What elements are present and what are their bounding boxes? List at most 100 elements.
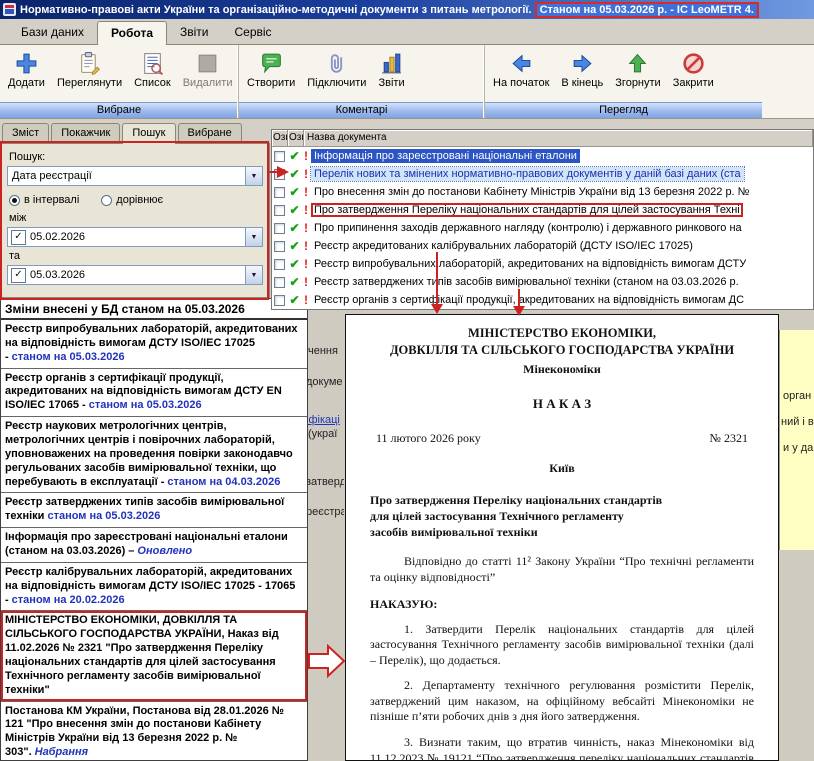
view-button[interactable]: Переглянути xyxy=(51,49,128,91)
tab-index[interactable]: Покажчик xyxy=(51,123,120,143)
list-item[interactable]: Реєстр затверджених типів засобів вимірю… xyxy=(1,493,307,528)
document-title[interactable]: Реєстр випробувальних лабораторій, акред… xyxy=(311,257,749,271)
reports-button[interactable]: Звіти xyxy=(372,49,410,91)
document-title[interactable]: Реєстр акредитованих калібрувальних лабо… xyxy=(311,239,696,253)
document-title[interactable]: Про внесення змін до постанови Кабінету … xyxy=(311,185,752,199)
list-item[interactable]: Реєстр органів з сертифікації продукції,… xyxy=(272,291,813,309)
title-bar[interactable]: Нормативно-правові акти України та орган… xyxy=(0,0,814,19)
list-item[interactable]: Про припинення заходів державного нагляд… xyxy=(272,219,813,237)
column-header-mark1[interactable]: Озн xyxy=(272,130,288,147)
create-comment-button[interactable]: Створити xyxy=(241,49,301,91)
document-city: Київ xyxy=(370,461,754,476)
subject-line: Про затвердження Переліку національних с… xyxy=(370,492,754,508)
menu-tab-service[interactable]: Сервіс xyxy=(222,21,285,44)
chevron-down-icon[interactable] xyxy=(245,167,262,185)
to-end-label: В кінець xyxy=(561,77,603,89)
document-title[interactable]: Про затвердження Переліку національних с… xyxy=(311,203,743,217)
row-checkbox[interactable] xyxy=(274,295,285,306)
chart-icon xyxy=(379,51,404,76)
background-text-fragment: затверд xyxy=(306,476,344,488)
order-word: НАКАЗУЮ: xyxy=(370,597,754,612)
tab-search[interactable]: Пошук xyxy=(122,123,175,144)
create-comment-label: Створити xyxy=(247,77,295,89)
collapse-button[interactable]: Згорнути xyxy=(609,49,666,91)
change-date-link[interactable]: станом на 04.03.2026 xyxy=(167,476,280,488)
date-from-checkbox[interactable] xyxy=(11,230,26,245)
list-item[interactable]: Реєстр калібрувальних лабораторій, акред… xyxy=(1,563,307,612)
list-item[interactable]: Про внесення змін до постанови Кабінету … xyxy=(272,183,813,201)
list-item[interactable]: Реєстр органів з сертифікації продукції,… xyxy=(1,369,307,418)
tab-favorites[interactable]: Вибране xyxy=(178,123,242,143)
arrow-up-icon xyxy=(625,51,650,76)
exclamation-icon xyxy=(301,185,311,199)
change-date-link[interactable]: станом на 05.03.2026 xyxy=(89,399,202,411)
column-header-mark2[interactable]: Озн xyxy=(288,130,304,147)
row-checkbox[interactable] xyxy=(274,223,285,234)
list-item[interactable]: Реєстр затверджених типів засобів вимірю… xyxy=(272,273,813,291)
attach-button[interactable]: Підключити xyxy=(301,49,372,91)
row-checkbox[interactable] xyxy=(274,277,285,288)
to-start-button[interactable]: На початок xyxy=(487,49,555,91)
column-header-name[interactable]: Назва документа xyxy=(304,130,813,147)
date-to-select[interactable]: 05.03.2026 xyxy=(7,265,263,285)
menu-tab-work[interactable]: Робота xyxy=(97,21,167,45)
chevron-down-icon[interactable] xyxy=(245,228,262,246)
row-checkbox[interactable] xyxy=(274,241,285,252)
change-date-link[interactable]: станом на 05.03.2026 xyxy=(12,351,125,363)
list-item[interactable]: Про затвердження Переліку національних с… xyxy=(272,201,813,219)
date-from-value: 05.02.2026 xyxy=(26,231,245,243)
radio-interval[interactable]: в інтервалі xyxy=(9,194,79,206)
paragraph-2: 2. Департаменту технічного регулювання р… xyxy=(370,678,754,725)
background-text-fragment: орган xyxy=(783,390,814,402)
application-window: Нормативно-правові акти України та орган… xyxy=(0,0,814,761)
background-link-fragment[interactable]: іфікаці xyxy=(306,414,344,426)
list-item-highlighted[interactable]: МІНІСТЕРСТВО ЕКОНОМІКИ, ДОВКІЛЛЯ ТА СІЛЬ… xyxy=(1,611,307,701)
row-checkbox[interactable] xyxy=(274,187,285,198)
list-item[interactable]: Реєстр акредитованих калібрувальних лабо… xyxy=(272,237,813,255)
row-checkbox[interactable] xyxy=(274,169,285,180)
chevron-down-icon[interactable] xyxy=(245,266,262,284)
radio-equals[interactable]: дорівнює xyxy=(101,194,163,206)
date-to-checkbox[interactable] xyxy=(11,268,26,283)
background-text-fragment: (украї xyxy=(308,428,346,440)
list-item[interactable]: Постанова КМ України, Постанова від 28.0… xyxy=(1,702,307,761)
list-item[interactable]: Перелік нових та змінених нормативно-пра… xyxy=(272,165,813,183)
document-title[interactable]: Реєстр органів з сертифікації продукції,… xyxy=(311,293,747,307)
list-item[interactable]: Реєстр випробувальних лабораторій, акред… xyxy=(272,255,813,273)
list-button[interactable]: Список xyxy=(128,49,177,91)
exclamation-icon xyxy=(301,203,311,217)
list-item[interactable]: Реєстр випробувальних лабораторій, акред… xyxy=(1,320,307,369)
date-from-select[interactable]: 05.02.2026 xyxy=(7,227,263,247)
tab-contents[interactable]: Зміст xyxy=(2,123,49,143)
document-title[interactable]: Про припинення заходів державного нагляд… xyxy=(311,221,745,235)
check-icon xyxy=(288,257,301,271)
toolbar-group-comments: Створити Підключити Звіти Коментарі xyxy=(238,45,484,118)
document-title[interactable]: Реєстр затверджених типів засобів вимірю… xyxy=(311,275,742,289)
change-updated-link[interactable]: Оновлено xyxy=(137,545,192,557)
exclamation-icon xyxy=(301,167,311,181)
document-preview[interactable]: МІНІСТЕРСТВО ЕКОНОМІКИ, ДОВКІЛЛЯ ТА СІЛЬ… xyxy=(345,314,779,761)
change-date-link[interactable]: станом на 20.02.2026 xyxy=(12,594,125,606)
search-criteria-select[interactable]: Дата реєстрації xyxy=(7,166,263,186)
document-title[interactable]: Інформація про зареєстровані національні… xyxy=(311,149,580,163)
toolbar: Додати Переглянути Список Видалити Вибра… xyxy=(0,45,814,119)
close-button[interactable]: Закрити xyxy=(667,49,720,91)
document-title[interactable]: Перелік нових та змінених нормативно-пра… xyxy=(311,167,744,181)
toolbar-filler xyxy=(762,45,814,118)
toolbar-group-label-favorites: Вибране xyxy=(0,102,238,118)
change-effective-link[interactable]: Набрання xyxy=(35,746,88,758)
to-end-button[interactable]: В кінець xyxy=(555,49,609,91)
row-checkbox[interactable] xyxy=(274,205,285,216)
menu-tab-reports[interactable]: Звіти xyxy=(167,21,222,44)
delete-button[interactable]: Видалити xyxy=(177,49,239,91)
row-checkbox[interactable] xyxy=(274,259,285,270)
add-button[interactable]: Додати xyxy=(2,49,51,91)
list-item[interactable]: Інформація про зареєстровані національні… xyxy=(272,147,813,165)
row-checkbox[interactable] xyxy=(274,151,285,162)
list-item[interactable]: Інформація про зареєстровані національні… xyxy=(1,528,307,563)
menu-tab-databases[interactable]: Бази даних xyxy=(8,21,97,44)
change-date-link[interactable]: станом на 05.03.2026 xyxy=(47,510,160,522)
list-item[interactable]: Реєстр наукових метрологічних центрів, м… xyxy=(1,417,307,493)
radio-equals-label: дорівнює xyxy=(116,194,163,206)
document-date: 11 лютого 2026 року xyxy=(376,431,481,446)
